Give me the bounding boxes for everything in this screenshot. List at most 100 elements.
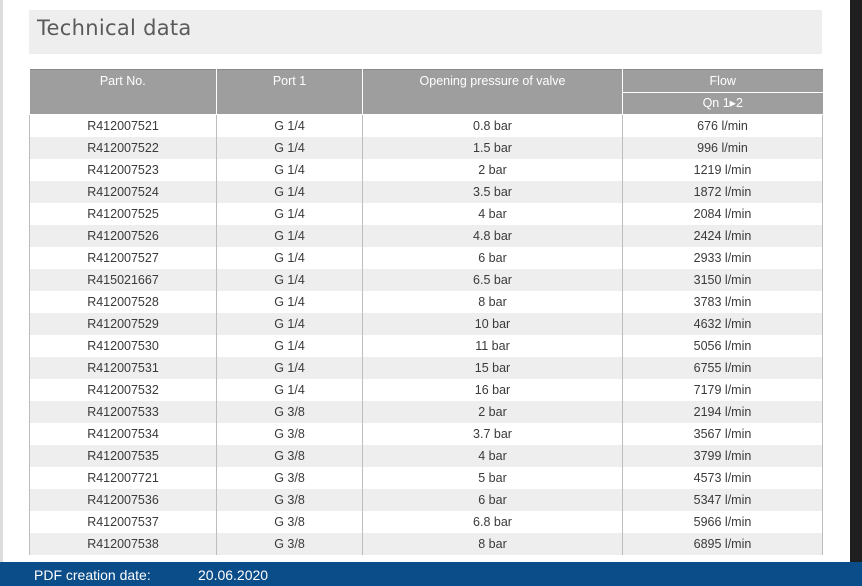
cell-pressure: 4 bar [362, 203, 623, 225]
table-row: R412007537 G 3/8 6.8 bar 5966 l/min [29, 511, 823, 533]
table-row: R412007536 G 3/8 6 bar 5347 l/min [29, 489, 823, 511]
cell-port: G 1/4 [216, 269, 363, 291]
cell-port: G 1/4 [216, 137, 363, 159]
cell-port: G 3/8 [216, 511, 363, 533]
cell-pressure: 3.5 bar [362, 181, 623, 203]
cell-flow: 4573 l/min [622, 467, 823, 489]
table-body: R412007521 G 1/4 0.8 bar 676 l/min R41200752… [29, 114, 823, 555]
cell-flow: 7179 l/min [622, 379, 823, 401]
table-row: R412007524 G 1/4 3.5 bar 1872 l/min [29, 181, 823, 203]
cell-flow: 676 l/min [622, 114, 823, 137]
cell-pressure: 1.5 bar [362, 137, 623, 159]
cell-pressure: 2 bar [362, 159, 623, 181]
table-row: R412007532 G 1/4 16 bar 7179 l/min [29, 379, 823, 401]
cell-port: G 1/4 [216, 335, 363, 357]
cell-port: G 1/4 [216, 225, 363, 247]
cell-flow: 6755 l/min [622, 357, 823, 379]
cell-flow: 5347 l/min [622, 489, 823, 511]
cell-part-no: R412007536 [29, 489, 217, 511]
cell-pressure: 2 bar [362, 401, 623, 423]
cell-pressure: 4 bar [362, 445, 623, 467]
column-header-port: Port 1 [216, 69, 363, 115]
cell-pressure: 5 bar [362, 467, 623, 489]
cell-flow: 2194 l/min [622, 401, 823, 423]
cell-flow: 2933 l/min [622, 247, 823, 269]
cell-port: G 1/4 [216, 357, 363, 379]
cell-pressure: 6 bar [362, 489, 623, 511]
cell-pressure: 8 bar [362, 291, 623, 313]
cell-flow: 1872 l/min [622, 181, 823, 203]
cell-flow: 4632 l/min [622, 313, 823, 335]
cell-part-no: R412007530 [29, 335, 217, 357]
table-row: R412007521 G 1/4 0.8 bar 676 l/min [29, 114, 823, 137]
cell-part-no: R412007535 [29, 445, 217, 467]
column-header-pressure: Opening pressure of valve [362, 69, 623, 115]
cell-port: G 1/4 [216, 114, 363, 137]
cell-part-no: R412007525 [29, 203, 217, 225]
cell-part-no: R412007531 [29, 357, 217, 379]
cell-port: G 1/4 [216, 379, 363, 401]
cell-port: G 3/8 [216, 423, 363, 445]
cell-flow: 1219 l/min [622, 159, 823, 181]
table-row: R412007522 G 1/4 1.5 bar 996 l/min [29, 137, 823, 159]
column-header-flow: Flow [622, 69, 823, 93]
cell-part-no: R412007532 [29, 379, 217, 401]
footer-bar: PDF creation date: 20.06.2020 [0, 562, 862, 586]
left-edge [0, 0, 3, 562]
cell-flow: 6895 l/min [622, 533, 823, 555]
cell-port: G 3/8 [216, 467, 363, 489]
cell-part-no: R412007533 [29, 401, 217, 423]
cell-pressure: 0.8 bar [362, 114, 623, 137]
cell-port: G 3/8 [216, 445, 363, 467]
cell-part-no: R412007534 [29, 423, 217, 445]
cell-port: G 1/4 [216, 291, 363, 313]
table-row: R412007531 G 1/4 15 bar 6755 l/min [29, 357, 823, 379]
cell-pressure: 4.8 bar [362, 225, 623, 247]
cell-part-no: R412007721 [29, 467, 217, 489]
cell-part-no: R412007527 [29, 247, 217, 269]
cell-port: G 3/8 [216, 401, 363, 423]
scrollbar[interactable] [850, 0, 862, 562]
table-row: R412007526 G 1/4 4.8 bar 2424 l/min [29, 225, 823, 247]
cell-part-no: R415021667 [29, 269, 217, 291]
column-subheader-flow: Qn 1▸2 [622, 92, 823, 115]
table-row: R412007528 G 1/4 8 bar 3783 l/min [29, 291, 823, 313]
footer-label: PDF creation date: [34, 567, 151, 583]
table-row: R412007530 G 1/4 11 bar 5056 l/min [29, 335, 823, 357]
table-row: R412007538 G 3/8 8 bar 6895 l/min [29, 533, 823, 555]
cell-part-no: R412007528 [29, 291, 217, 313]
cell-flow: 3567 l/min [622, 423, 823, 445]
cell-pressure: 15 bar [362, 357, 623, 379]
cell-flow: 3150 l/min [622, 269, 823, 291]
section-header: Technical data [29, 10, 822, 54]
cell-pressure: 6 bar [362, 247, 623, 269]
section-title: Technical data [37, 16, 192, 40]
cell-port: G 3/8 [216, 489, 363, 511]
cell-flow: 3799 l/min [622, 445, 823, 467]
column-header-part-no: Part No. [29, 69, 217, 115]
cell-port: G 3/8 [216, 533, 363, 555]
table-row: R412007529 G 1/4 10 bar 4632 l/min [29, 313, 823, 335]
table-row: R415021667 G 1/4 6.5 bar 3150 l/min [29, 269, 823, 291]
table-row: R412007535 G 3/8 4 bar 3799 l/min [29, 445, 823, 467]
cell-part-no: R412007521 [29, 114, 217, 137]
cell-flow: 996 l/min [622, 137, 823, 159]
cell-part-no: R412007523 [29, 159, 217, 181]
cell-part-no: R412007524 [29, 181, 217, 203]
cell-pressure: 8 bar [362, 533, 623, 555]
cell-flow: 2084 l/min [622, 203, 823, 225]
table-row: R412007721 G 3/8 5 bar 4573 l/min [29, 467, 823, 489]
cell-flow: 3783 l/min [622, 291, 823, 313]
footer-date: 20.06.2020 [198, 567, 269, 583]
cell-pressure: 6.8 bar [362, 511, 623, 533]
cell-pressure: 3.7 bar [362, 423, 623, 445]
cell-port: G 1/4 [216, 159, 363, 181]
cell-part-no: R412007526 [29, 225, 217, 247]
cell-part-no: R412007522 [29, 137, 217, 159]
table-row: R412007525 G 1/4 4 bar 2084 l/min [29, 203, 823, 225]
cell-part-no: R412007538 [29, 533, 217, 555]
cell-flow: 2424 l/min [622, 225, 823, 247]
table-row: R412007527 G 1/4 6 bar 2933 l/min [29, 247, 823, 269]
cell-part-no: R412007529 [29, 313, 217, 335]
table-row: R412007534 G 3/8 3.7 bar 3567 l/min [29, 423, 823, 445]
